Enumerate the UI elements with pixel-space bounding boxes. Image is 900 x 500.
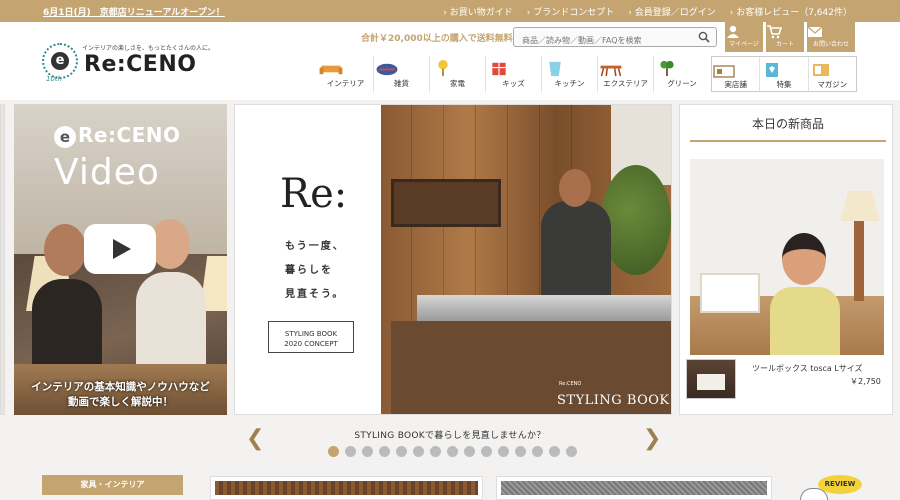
category-exterior[interactable]: エクステリア [598, 56, 654, 92]
logo-tagline: インテリアの楽しさを、もっとたくさんの人に。 [82, 45, 215, 52]
video-banner[interactable]: e Re:CENO Video インテリアの基本知識やノウハウなど 動画で楽しく… [14, 104, 227, 415]
review-badge[interactable]: REVIEW [818, 475, 862, 494]
user-icon [727, 25, 739, 38]
carousel-dot[interactable] [481, 446, 492, 457]
video-brand: Re:CENO [78, 123, 181, 147]
carousel-dot[interactable] [566, 446, 577, 457]
feature-card[interactable] [496, 476, 772, 500]
mypage-button[interactable]: マイページ [725, 22, 763, 52]
carousel-dot[interactable] [413, 446, 424, 457]
top-links: お買い物ガイド ブランドコンセプト 会員登録／ログイン お客様レビュー（7,64… [443, 5, 852, 18]
category-kids[interactable]: キッズ [486, 56, 542, 92]
top-notice-bar: 6月1日(月) 京都店リニューアルオープン！ お買い物ガイド ブランドコンセプト… [0, 0, 900, 22]
contact-button[interactable]: お問い合わせ [807, 22, 855, 52]
cart-button[interactable]: カート [766, 22, 804, 52]
feature-icon [766, 63, 779, 77]
carousel-dot[interactable] [532, 446, 543, 457]
store-icon [713, 65, 735, 78]
section-furniture-label[interactable]: 家具・インテリア [42, 475, 183, 495]
carousel-nav: ❮ STYLING BOOKで暮らしを見直しませんか？ ❯ [0, 420, 900, 460]
lamp-icon [438, 59, 448, 77]
category-interior[interactable]: インテリア [318, 56, 374, 92]
category-goods[interactable]: 雑貨 [374, 56, 430, 92]
video-brand-mark: e [54, 126, 76, 148]
carousel-dot[interactable] [498, 446, 509, 457]
free-shipping-notice: 合計￥20,000以上の購入で送料無料 [361, 34, 513, 44]
magazine-icon [812, 64, 829, 76]
store-notice-link[interactable]: 6月1日(月) 京都店リニューアルオープン！ [43, 5, 225, 18]
bench-icon [600, 65, 622, 77]
sub-nav: 実店舗 特集 マガジン [711, 56, 857, 92]
logo-mark-icon: e 10th [42, 43, 78, 83]
photo-brand: Re:CENO [559, 381, 582, 387]
search-input[interactable] [514, 31, 684, 50]
new-item-thumbnail[interactable] [686, 359, 736, 399]
category-kitchen[interactable]: キッチン [542, 56, 598, 92]
new-items-title: 本日の新商品 [690, 115, 886, 142]
logo-text: Re:CENO [84, 52, 197, 77]
site-logo[interactable]: e 10th インテリアの楽しさを、もっとたくさんの人に。 Re:CENO [42, 40, 215, 90]
cart-icon [767, 25, 782, 39]
carousel-dot[interactable] [362, 446, 373, 457]
carousel-dot[interactable] [515, 446, 526, 457]
carousel-dot[interactable] [447, 446, 458, 457]
link-register-login[interactable]: 会員登録／ログイン [628, 5, 716, 18]
video-caption: インテリアの基本知識やノウハウなど 動画で楽しく解説中！ [31, 381, 210, 408]
play-icon[interactable] [84, 224, 156, 274]
site-header: e 10th インテリアの楽しさを、もっとたくさんの人に。 Re:CENO 合計… [0, 22, 900, 100]
feature-card[interactable] [210, 476, 483, 500]
carousel-dot[interactable] [345, 446, 356, 457]
utility-buttons: マイページ カート お問い合わせ [725, 22, 855, 52]
new-item-price: ￥2,750 [850, 377, 881, 386]
link-shopping-guide[interactable]: お買い物ガイド [443, 5, 513, 18]
carousel-dots [328, 446, 577, 457]
sub-nav-store[interactable]: 実店舗 [712, 57, 761, 91]
sofa-icon [319, 65, 343, 75]
photo-title: STYLING BOOK [557, 393, 670, 408]
carousel-dot[interactable] [549, 446, 560, 457]
category-appliances[interactable]: 家電 [430, 56, 486, 92]
new-item-name[interactable]: ツールボックス tosca Lサイズ [752, 363, 863, 374]
category-green[interactable]: グリーン [654, 56, 710, 92]
carousel-dot[interactable] [328, 446, 339, 457]
styling-heading: Re: [280, 171, 348, 217]
sub-nav-feature[interactable]: 特集 [760, 57, 809, 91]
kitchen-photo: Re:CENO STYLING BOOK [381, 105, 671, 414]
styling-copy: もう一度、 暮らしを 見直そう。 [285, 241, 345, 300]
link-customer-reviews[interactable]: お客様レビュー（7,642件） [730, 5, 852, 18]
carousel-next-icon[interactable]: ❯ [643, 426, 661, 451]
toy-icon [492, 62, 506, 76]
mail-icon [807, 26, 823, 37]
link-brand-concept[interactable]: ブランドコンセプト [527, 5, 614, 18]
carousel-dot[interactable] [396, 446, 407, 457]
carousel-dot[interactable] [430, 446, 441, 457]
category-nav: インテリア 雑貨 家電 キッズ キッチン エクステリア グリーン [318, 56, 710, 92]
cup-icon [549, 61, 561, 77]
new-items-panel: 本日の新商品 ツールボックス tosca Lサイズ ￥2,750 [679, 104, 893, 415]
carousel-dot[interactable] [464, 446, 475, 457]
search-icon[interactable] [698, 31, 710, 43]
prev-slide-peek[interactable] [0, 104, 5, 415]
rug-icon [376, 63, 398, 76]
search-box [513, 27, 717, 50]
plant-icon [660, 60, 674, 77]
new-item-image[interactable] [690, 159, 884, 355]
styling-concept-button[interactable]: STYLING BOOK 2020 CONCEPT [268, 321, 354, 353]
video-title: Video [54, 152, 160, 193]
sub-nav-magazine[interactable]: マガジン [809, 57, 856, 91]
styling-book-banner[interactable]: Re: もう一度、 暮らしを 見直そう。 STYLING BOOK 2020 C… [234, 104, 672, 415]
carousel-dot[interactable] [379, 446, 390, 457]
carousel-caption: STYLING BOOKで暮らしを見直しませんか？ [354, 431, 546, 441]
